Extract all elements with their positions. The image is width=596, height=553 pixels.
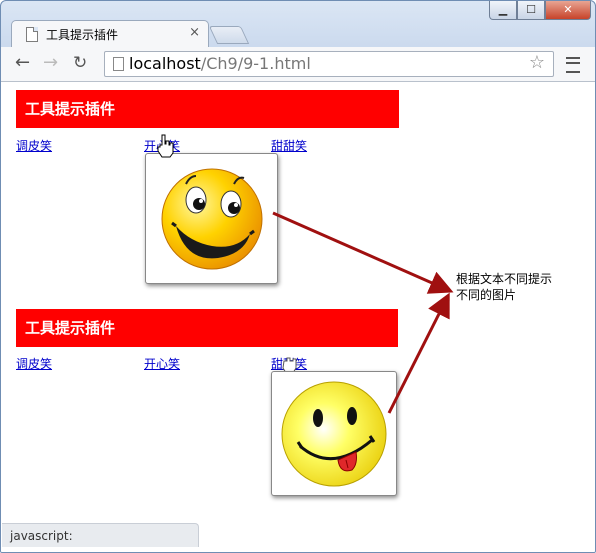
tab-strip: 工具提示插件 × ▁ ☐ ✕ (1, 1, 595, 48)
arrow-2 (387, 292, 450, 414)
url-path: /Ch9/9-1.html (200, 54, 311, 73)
page-icon (113, 57, 124, 71)
window-controls: ▁ ☐ ✕ (489, 1, 591, 21)
url-host: localhost (129, 54, 201, 73)
new-tab-button[interactable] (208, 26, 250, 44)
back-button[interactable]: ← (15, 52, 30, 74)
annotation-line-1: 根据文本不同提示 (456, 272, 553, 286)
tab-close-button[interactable]: × (189, 25, 200, 40)
star-icon[interactable]: ☆ (529, 52, 545, 73)
maximize-button[interactable]: ☐ (517, 1, 545, 20)
page-icon (26, 27, 38, 42)
annotation-arrows (272, 211, 454, 414)
status-bar: javascript: (2, 523, 199, 547)
minimize-button[interactable]: ▁ (489, 1, 517, 20)
annotation-line-2: 不同的图片 (456, 288, 517, 302)
tab-active[interactable]: 工具提示插件 × (11, 20, 209, 48)
browser-window: 工具提示插件 × ▁ ☐ ✕ ← → ↻ localhost/Ch9/9-1.h… (0, 0, 596, 553)
menu-icon[interactable] (566, 57, 580, 73)
annotation-note: 根据文本不同提示 不同的图片 (456, 271, 552, 303)
close-button[interactable]: ✕ (545, 1, 591, 20)
url-text: localhost/Ch9/9-1.html (129, 54, 311, 73)
arrow-1 (272, 211, 454, 294)
tab-title: 工具提示插件 (46, 28, 119, 42)
address-bar[interactable]: localhost/Ch9/9-1.html ☆ (104, 51, 554, 77)
browser-toolbar: ← → ↻ localhost/Ch9/9-1.html ☆ (1, 47, 595, 82)
reload-button[interactable]: ↻ (73, 52, 87, 74)
page-content: 工具提示插件 调皮笑 开心笑 甜甜笑 (1, 82, 595, 552)
forward-button[interactable]: → (43, 52, 58, 74)
